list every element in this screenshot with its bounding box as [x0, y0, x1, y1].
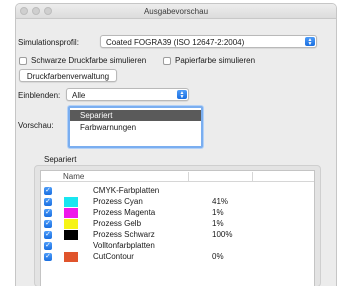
row-coverage: 1%: [212, 219, 224, 228]
table-row[interactable]: ✓ Prozess Schwarz 100%: [41, 229, 314, 240]
table-row[interactable]: ✓ CutContour 0%: [41, 251, 314, 262]
simulation-profile-label: Simulationsprofil:: [18, 38, 79, 47]
row-checkbox[interactable]: ✓: [44, 230, 52, 239]
ink-manager-button[interactable]: Druckfarbenverwaltung: [19, 69, 117, 82]
row-checkbox[interactable]: ✓: [44, 197, 52, 206]
updown-arrows-icon: ▲ ▼: [177, 90, 187, 99]
window-title: Ausgabevorschau: [143, 7, 209, 16]
simulation-profile-value: Coated FOGRA39 (ISO 12647-2:2004): [106, 37, 245, 47]
row-checkbox[interactable]: ✓: [44, 186, 52, 195]
color-swatch: [64, 219, 78, 229]
table-row[interactable]: ✓ Prozess Cyan 41%: [41, 196, 314, 207]
preview-option-color-warnings[interactable]: Farbwarnungen: [70, 122, 201, 133]
column-separator[interactable]: [188, 172, 189, 181]
column-header-name[interactable]: Name: [63, 172, 84, 181]
row-coverage: 1%: [212, 208, 224, 217]
separations-group-label: Separiert: [44, 155, 77, 164]
row-name: Prozess Schwarz: [93, 230, 155, 239]
row-name: CMYK-Farbplatten: [93, 186, 160, 195]
row-coverage: 100%: [212, 230, 233, 239]
title-bar: Ausgabevorschau: [16, 4, 336, 19]
color-swatch: [64, 252, 78, 262]
show-label: Einblenden:: [18, 91, 61, 100]
row-name: Prozess Gelb: [93, 219, 142, 228]
row-coverage: 0%: [212, 252, 224, 261]
row-coverage: 41%: [212, 197, 229, 206]
paper-color-label: Papierfarbe simulieren: [175, 56, 256, 65]
row-checkbox[interactable]: ✓: [44, 208, 52, 217]
separations-group: Name ✓ CMYK-Farbplatten ✓ Prozess Cyan 41% ✓ P…: [34, 165, 321, 286]
preview-label: Vorschau:: [18, 121, 54, 130]
show-value: Alle: [72, 90, 86, 100]
black-ink-label: Schwarze Druckfarbe simulieren: [31, 56, 147, 65]
column-separator[interactable]: [252, 172, 253, 181]
separations-table: Name ✓ CMYK-Farbplatten ✓ Prozess Cyan 41% ✓ P…: [40, 170, 315, 286]
row-name: CutContour: [93, 252, 134, 261]
updown-arrows-icon: ▲ ▼: [305, 37, 315, 46]
row-checkbox[interactable]: ✓: [44, 241, 52, 250]
table-row[interactable]: ✓ Volltonfarbplatten: [41, 240, 314, 251]
color-swatch: [64, 197, 78, 207]
row-checkbox[interactable]: ✓: [44, 219, 52, 228]
simulation-profile-select[interactable]: Coated FOGRA39 (ISO 12647-2:2004) ▲ ▼: [100, 35, 317, 48]
preview-listbox[interactable]: Separiert Farbwarnungen: [68, 106, 203, 148]
row-name: Volltonfarbplatten: [93, 241, 155, 250]
table-row[interactable]: ✓ Prozess Gelb 1%: [41, 218, 314, 229]
ink-manager-button-label: Druckfarbenverwaltung: [26, 71, 110, 81]
row-name: Prozess Cyan: [93, 197, 143, 206]
table-row[interactable]: ✓ Prozess Magenta 1%: [41, 207, 314, 218]
color-swatch: [64, 208, 78, 218]
table-row[interactable]: ✓ CMYK-Farbplatten: [41, 185, 314, 196]
output-preview-window: Ausgabevorschau Simulationsprofil: Coate…: [15, 3, 337, 286]
paper-color-checkbox[interactable]: [163, 57, 171, 65]
row-checkbox[interactable]: ✓: [44, 252, 52, 261]
preview-option-separated[interactable]: Separiert: [70, 110, 201, 121]
show-select[interactable]: Alle ▲ ▼: [66, 88, 189, 101]
row-name: Prozess Magenta: [93, 208, 156, 217]
color-swatch: [64, 230, 78, 240]
black-ink-checkbox[interactable]: [19, 57, 27, 65]
